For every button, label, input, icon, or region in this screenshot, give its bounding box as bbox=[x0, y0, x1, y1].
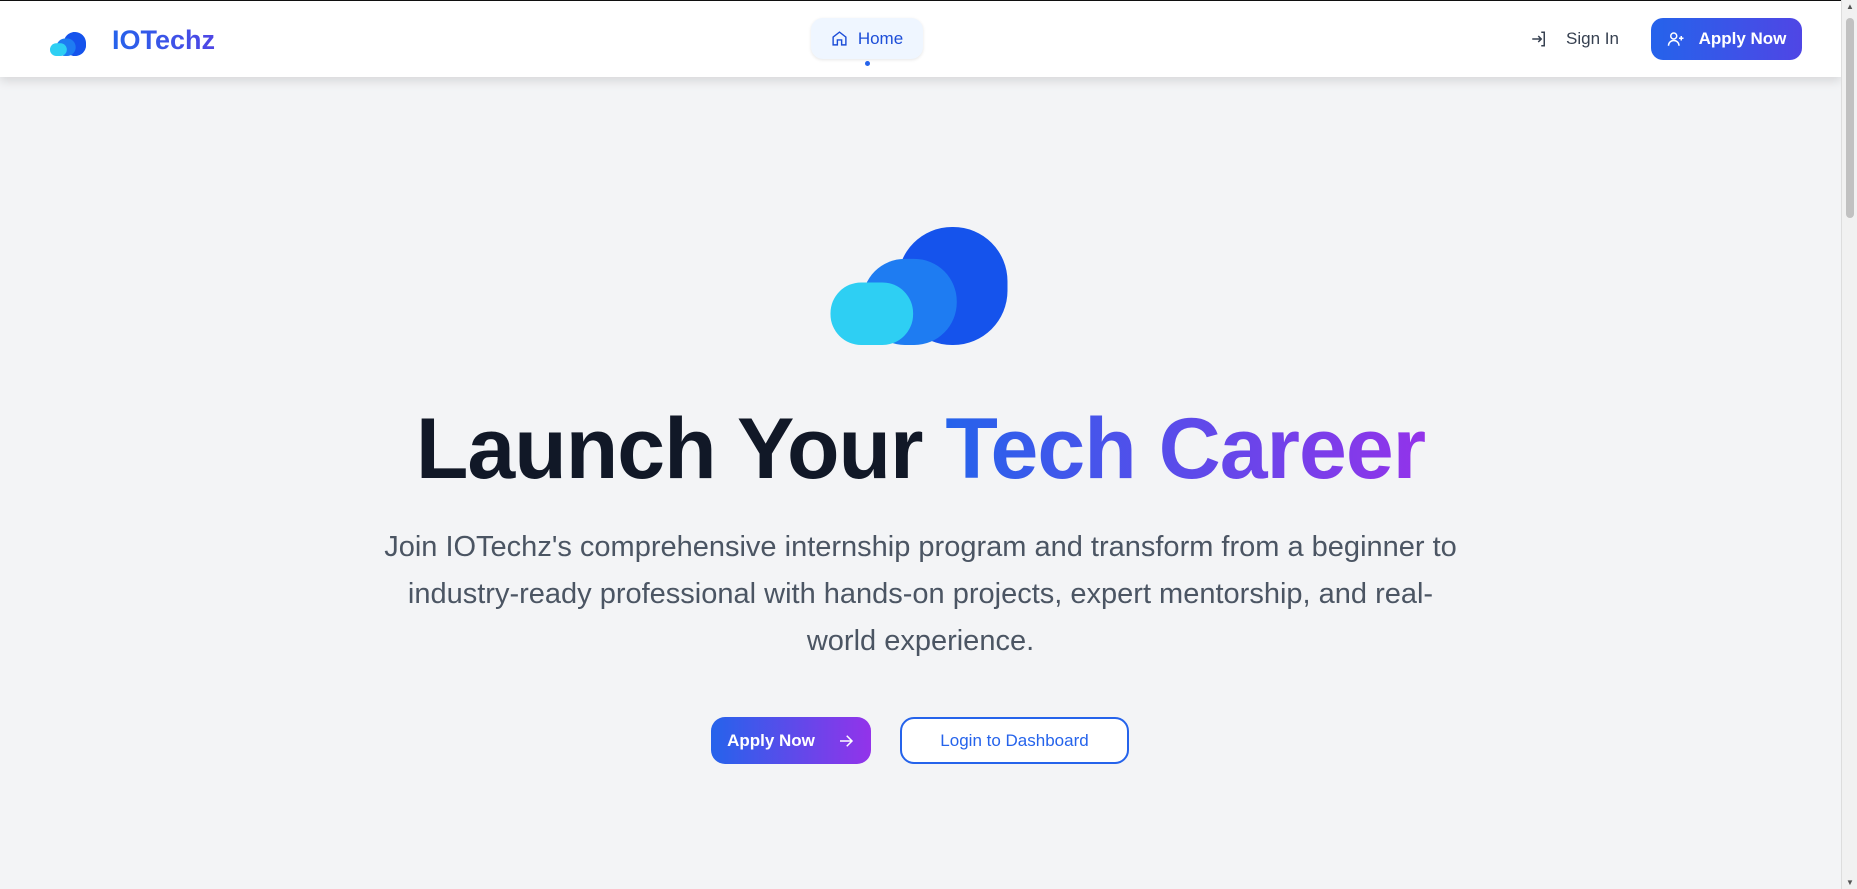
scroll-down-icon[interactable]: ▼ bbox=[1846, 878, 1854, 887]
navbar: IOTechz Home Sign In Apply Now bbox=[0, 1, 1841, 77]
hero-title-plain: Launch Your bbox=[415, 401, 924, 497]
user-plus-icon bbox=[1667, 32, 1684, 46]
sign-in-label: Sign In bbox=[1566, 28, 1619, 48]
apply-now-header-button[interactable]: Apply Now bbox=[1651, 18, 1802, 60]
hero-title: Launch Your Tech Career bbox=[0, 400, 1841, 499]
hero-subtitle: Join IOTechz's comprehensive internship … bbox=[384, 531, 1457, 657]
active-indicator bbox=[865, 61, 870, 66]
scrollbar[interactable]: ▲ ▼ bbox=[1841, 0, 1857, 889]
home-icon bbox=[832, 31, 847, 46]
sign-in-link[interactable]: Sign In bbox=[1530, 18, 1619, 59]
apply-now-button-label: Apply Now bbox=[727, 730, 815, 750]
brand-name[interactable]: IOTechz bbox=[112, 25, 215, 56]
apply-now-button[interactable]: Apply Now bbox=[711, 717, 871, 764]
cloud-hero-icon bbox=[830, 227, 1008, 345]
apply-now-label: Apply Now bbox=[1698, 29, 1787, 48]
sign-in-icon bbox=[1532, 31, 1545, 46]
login-dashboard-label: Login to Dashboard bbox=[940, 730, 1089, 750]
hero-title-highlight: Tech Career bbox=[945, 401, 1426, 497]
arrow-right-icon bbox=[839, 734, 853, 747]
cloud-logo-icon[interactable] bbox=[50, 31, 86, 57]
login-dashboard-button[interactable]: Login to Dashboard bbox=[900, 717, 1129, 764]
nav-home[interactable]: Home bbox=[811, 18, 923, 59]
scrollbar-thumb[interactable] bbox=[1846, 18, 1854, 218]
scroll-up-icon[interactable]: ▲ bbox=[1846, 2, 1854, 11]
nav-home-label: Home bbox=[857, 28, 904, 48]
